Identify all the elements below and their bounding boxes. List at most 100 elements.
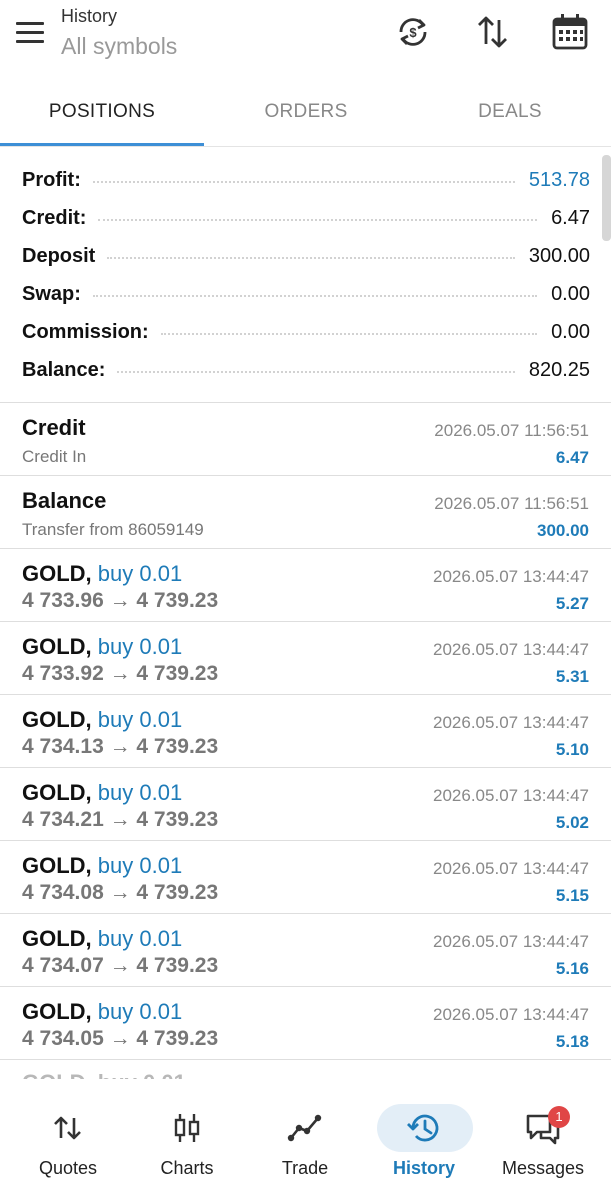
dotted-leader	[117, 371, 515, 373]
list-item[interactable]: GOLD, buy 0.01 4 734.08 → 4 739.23 2026.05…	[0, 841, 611, 913]
deal-time: 2026.05.07 13:44:47	[433, 640, 589, 659]
nav-label: History	[392, 1158, 455, 1178]
list-item[interactable]: Credit Credit In 2026.05.07 11:56:51 6.47	[0, 403, 611, 475]
deal-comment: Credit In	[22, 447, 87, 466]
summary-value: 513.78	[528, 169, 590, 191]
deal-prices: 4 733.96 → 4 739.23	[22, 589, 219, 612]
deal-profit: 5.31	[555, 667, 589, 686]
deal-title: Balance	[22, 488, 106, 514]
tab-deals[interactable]: DEALS	[408, 76, 611, 148]
summary-value: 0.00	[551, 321, 590, 343]
deal-prices: 4 734.13 → 4 739.23	[22, 735, 219, 758]
summary-label: Deposit	[22, 241, 102, 271]
top-app-bar: History All symbols $	[0, 0, 611, 70]
nav-quotes[interactable]: Quotes	[7, 1090, 129, 1200]
summary-row: Credit: 6.47	[22, 203, 590, 233]
deal-profit: 6.47	[555, 448, 589, 467]
symbol-filter[interactable]: All symbols	[61, 33, 177, 60]
menu-icon[interactable]	[16, 22, 44, 44]
summary-row: Profit: 513.78	[22, 165, 590, 195]
deal-prices: 4 734.07 → 4 739.23	[22, 954, 219, 977]
summary-value: 6.47	[551, 207, 590, 229]
summary-row: Commission: 0.00	[22, 317, 590, 347]
summary-label: Profit:	[22, 165, 87, 195]
deal-prices: 4 733.92 → 4 739.23	[22, 662, 219, 685]
deal-title: GOLD, buy 0.01	[22, 999, 182, 1025]
deal-prices: 4 734.08 → 4 739.23	[22, 881, 219, 904]
deal-title: Credit	[22, 415, 86, 441]
calendar-icon[interactable]	[550, 12, 590, 52]
nav-trade[interactable]: Trade	[244, 1090, 366, 1200]
charts-icon	[174, 1114, 200, 1142]
tab-orders[interactable]: ORDERS	[204, 76, 408, 148]
deal-symbol: GOLD,	[22, 780, 92, 805]
list-item[interactable]: GOLD, buy 0.01 4 734.05 → 4 739.23 2026.05…	[0, 987, 611, 1059]
nav-label: Quotes	[38, 1158, 98, 1178]
summary-value: 300.00	[528, 245, 590, 267]
unread-badge: 1	[548, 1106, 570, 1128]
deal-prices: 4 734.21 → 4 739.23	[22, 808, 219, 831]
quotes-icon	[54, 1116, 81, 1140]
deal-direction: buy 0.01	[97, 634, 183, 659]
deal-direction: buy 0.01	[97, 999, 183, 1024]
list-item[interactable]: GOLD, buy 0.01 4 733.96 → 4 739.23 2026.05…	[0, 549, 611, 621]
tab-positions[interactable]: POSITIONS	[0, 76, 204, 148]
nav-history[interactable]: History	[363, 1090, 485, 1200]
partial-list-item: GOLD, buy 0.01	[22, 1070, 186, 1079]
list-item[interactable]: Balance Transfer from 86059149 2026.05.07 …	[0, 476, 611, 548]
deal-time: 2026.05.07 13:44:47	[433, 859, 589, 878]
sync-icon[interactable]: $	[393, 12, 433, 52]
deal-profit: 5.10	[555, 740, 589, 759]
deal-title: GOLD, buy 0.01	[22, 561, 182, 587]
page-title: History	[61, 6, 118, 26]
list-item[interactable]: GOLD, buy 0.01 4 734.13 → 4 739.23 2026.05…	[0, 695, 611, 767]
bottom-navigation: Quotes Charts Trade History 1 Messages	[0, 1090, 611, 1200]
nav-messages[interactable]: 1 Messages	[482, 1090, 604, 1200]
summary-label: Swap:	[22, 279, 87, 309]
deal-symbol: Credit	[22, 415, 86, 440]
deal-direction: buy 0.01	[97, 561, 183, 586]
dotted-leader	[161, 333, 537, 335]
nav-charts[interactable]: Charts	[126, 1090, 248, 1200]
row-divider	[0, 1059, 611, 1060]
sort-icon[interactable]	[472, 12, 512, 52]
deal-symbol: GOLD,	[22, 561, 92, 586]
deal-prices: 4 734.05 → 4 739.23	[22, 1027, 219, 1050]
summary-label: Credit:	[22, 203, 93, 233]
deal-profit: 5.16	[555, 959, 589, 978]
list-item[interactable]: GOLD, buy 0.01 4 733.92 → 4 739.23 2026.05…	[0, 622, 611, 694]
summary-row: Swap: 0.00	[22, 279, 590, 309]
deal-title: GOLD, buy 0.01	[22, 780, 182, 806]
nav-label: Charts	[160, 1158, 214, 1178]
tab-divider	[0, 146, 611, 147]
dotted-leader	[93, 295, 537, 297]
list-item[interactable]: GOLD, buy 0.01 4 734.07 → 4 739.23 2026.05…	[0, 914, 611, 986]
svg-text:$: $	[409, 25, 417, 40]
list-item[interactable]: GOLD, buy 0.01 4 734.21 → 4 739.23 2026.05…	[0, 768, 611, 840]
dotted-leader	[93, 181, 515, 183]
deal-time: 2026.05.07 13:44:47	[433, 786, 589, 805]
deal-symbol: GOLD,	[22, 926, 92, 951]
deal-time: 2026.05.07 13:44:47	[433, 713, 589, 732]
trade-icon	[287, 1114, 322, 1142]
deal-symbol: GOLD,	[22, 999, 92, 1024]
deal-profit: 5.02	[555, 813, 589, 832]
deal-time: 2026.05.07 11:56:51	[434, 494, 589, 513]
deal-symbol: GOLD,	[22, 707, 92, 732]
nav-label: Messages	[501, 1158, 585, 1178]
history-icon	[407, 1114, 439, 1142]
deal-direction: buy 0.01	[97, 853, 183, 878]
deal-title: GOLD, buy 0.01	[22, 853, 182, 879]
summary-row: Balance: 820.25	[22, 355, 590, 385]
deal-profit: 5.18	[555, 1032, 589, 1051]
deal-time: 2026.05.07 11:56:51	[434, 421, 589, 440]
deal-comment: Transfer from 86059149	[22, 520, 204, 539]
deal-title: GOLD, buy 0.01	[22, 926, 182, 952]
deal-time: 2026.05.07 13:44:47	[433, 1005, 589, 1024]
deal-symbol: GOLD,	[22, 634, 92, 659]
summary-value: 820.25	[528, 359, 590, 381]
scrollbar-thumb[interactable]	[602, 155, 611, 241]
deal-direction: buy 0.01	[97, 780, 183, 805]
deal-symbol: GOLD,	[22, 853, 92, 878]
deal-title: GOLD, buy 0.01	[22, 634, 182, 660]
